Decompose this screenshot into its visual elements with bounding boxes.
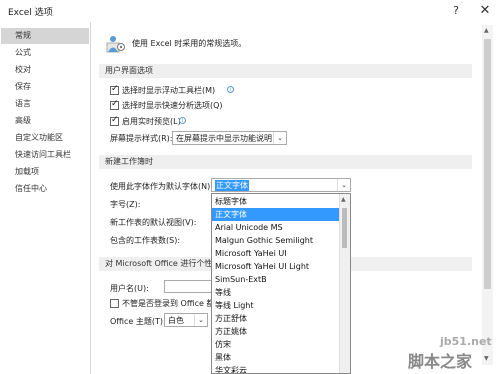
font-option[interactable]: Malgun Gothic Semilight [212,234,340,247]
sidebar-item-general[interactable]: 常规 [1,28,89,44]
default-view-label: 新工作表的默认视图(V): [110,218,197,227]
font-option[interactable]: 华文彩云 [212,364,340,373]
scroll-up-icon[interactable]: ▲ [484,27,489,34]
tooltip-style-select[interactable]: 在屏幕提示中显示功能说明 ⌄ [172,131,287,145]
tooltip-style-value: 在屏幕提示中显示功能说明 [176,134,272,143]
font-option[interactable]: 等线 [212,286,340,299]
font-option[interactable]: 等线 Light [212,299,340,312]
scroll-down-icon[interactable]: ▼ [484,355,489,362]
sidebar-item-quick-access-toolbar[interactable]: 快速访问工具栏 [1,147,89,163]
default-font-label: 使用此字体作为默认字体(N): [110,182,213,191]
main-scrollbar[interactable]: ▲ ▼ [482,25,493,365]
font-option[interactable]: 标题字体 [212,195,340,208]
chevron-down-icon: ⌄ [273,132,286,144]
font-option[interactable]: 方正姚体 [212,325,340,338]
sidebar-item-trust-center[interactable]: 信任中心 [1,181,89,197]
scrollbar-thumb[interactable] [484,39,491,289]
font-dropdown-list[interactable]: 标题字体 正文字体 Arial Unicode MS Malgun Gothic… [211,193,351,374]
section-new-workbook: 新建工作簿时 [99,155,472,169]
font-option-selected[interactable]: 正文字体 [212,208,340,221]
quick-analysis-checkbox[interactable] [110,99,119,110]
options-sidebar: 常规 公式 校对 保存 语言 高级 自定义功能区 快速访问工具栏 加载项 信任中… [0,22,91,374]
dropdown-scrollbar-thumb[interactable] [342,208,347,248]
sidebar-item-save[interactable]: 保存 [1,79,89,95]
office-theme-label: Office 主题(T): [110,317,166,326]
live-preview-label: 启用实时预览(L) [122,117,181,126]
mini-toolbar-checkbox[interactable] [110,84,119,95]
font-size-label: 字号(Z): [110,200,141,209]
help-button[interactable]: ? [446,2,466,20]
font-option[interactable]: Microsoft YaHei UI Light [212,260,340,273]
sidebar-item-formulas[interactable]: 公式 [1,45,89,61]
general-options-icon [105,34,127,54]
office-theme-value: 白色 [168,316,184,325]
scroll-up-icon[interactable]: ▲ [341,196,346,203]
tooltip-style-label: 屏幕提示样式(R): [110,134,173,143]
username-input[interactable] [164,280,212,293]
mini-toolbar-label: 选择时显示浮动工具栏(M) [122,86,216,95]
sidebar-item-language[interactable]: 语言 [1,96,89,112]
font-option[interactable]: 方正舒体 [212,312,340,325]
live-preview-checkbox[interactable] [110,115,119,126]
chevron-down-icon: ⌄ [337,179,350,191]
title-bar: Excel 选项 ? ✕ [0,0,500,23]
close-button[interactable]: ✕ [474,2,496,20]
font-option[interactable]: SimSun-ExtB [212,273,340,286]
font-option[interactable]: Microsoft YaHei UI [212,247,340,260]
sidebar-item-proofing[interactable]: 校对 [1,62,89,78]
office-theme-select[interactable]: 白色 ⌄ [164,313,208,327]
info-icon: i [227,86,234,93]
header-description: 使用 Excel 时采用的常规选项。 [132,39,247,48]
font-option[interactable]: 仿宋 [212,338,340,351]
watermark-url: jb51.net [440,335,492,348]
quick-analysis-label: 选择时显示快速分析选项(Q) [122,101,223,110]
default-font-value: 正文字体 [215,180,249,191]
username-label: 用户名(U): [110,284,149,293]
sidebar-item-add-ins[interactable]: 加载项 [1,164,89,180]
sidebar-item-advanced[interactable]: 高级 [1,113,89,129]
dropdown-scrollbar[interactable]: ▲ [339,194,350,373]
window-title: Excel 选项 [8,8,53,18]
always-use-values-checkbox[interactable] [110,299,119,308]
watermark-brand: 脚本之家 [408,352,473,371]
section-ui-options: 用户界面选项 [99,64,472,78]
chevron-down-icon: ⌄ [194,314,207,326]
sheet-count-label: 包含的工作表数(S): [110,236,181,245]
always-use-values-label: 不管是否登录到 Office 都 [122,299,215,308]
sidebar-item-customize-ribbon[interactable]: 自定义功能区 [1,130,89,146]
font-option[interactable]: Arial Unicode MS [212,221,340,234]
info-icon: i [179,117,186,124]
default-font-select[interactable]: 正文字体 ⌄ [211,178,351,192]
font-option[interactable]: 黑体 [212,351,340,364]
